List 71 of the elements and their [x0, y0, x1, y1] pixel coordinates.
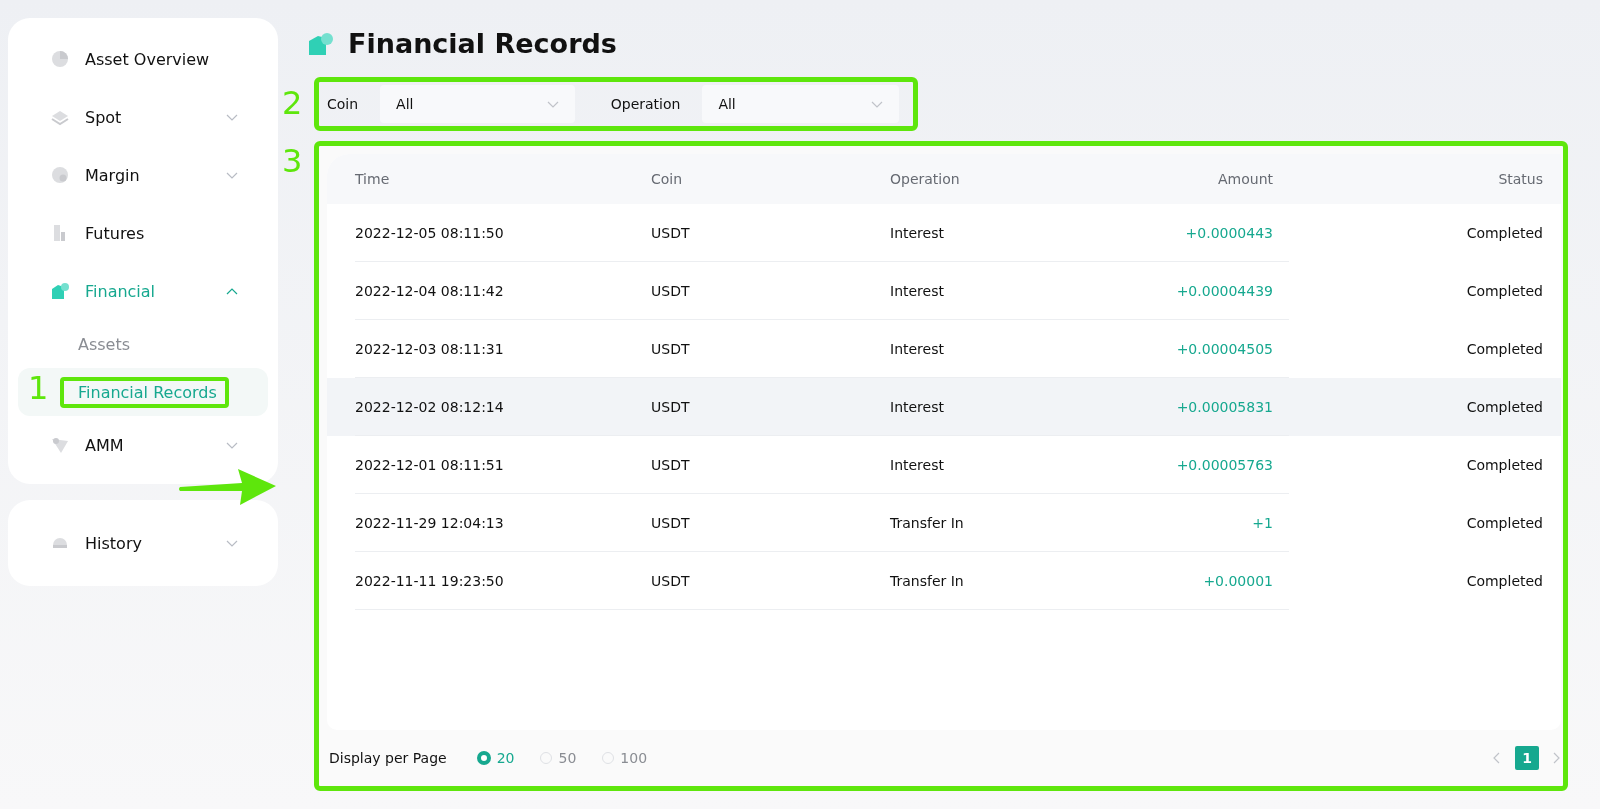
radio-button[interactable]	[476, 751, 491, 766]
nav-item[interactable]: AMM	[18, 416, 268, 474]
page-title: Financial Records	[348, 28, 617, 59]
annotation-number: 1	[28, 372, 49, 404]
filter-label: Operation	[610, 96, 682, 112]
layers-icon	[51, 108, 69, 126]
house-icon	[308, 31, 334, 56]
nav-item[interactable]: Spot	[18, 88, 268, 146]
table-cell-text: 2022-11-29 12:04:13	[355, 515, 505, 531]
pie-chart-icon	[51, 50, 69, 68]
table-cell-text: USDT	[651, 341, 691, 357]
table-cell-text: Interest	[890, 399, 945, 415]
table-cell-text: USDT	[651, 515, 691, 531]
table-cell-text: Completed	[1465, 457, 1543, 473]
select-field[interactable]: All	[380, 85, 575, 123]
chevron-down-icon	[546, 100, 559, 108]
house-icon	[51, 282, 69, 300]
column-header: Status	[1497, 171, 1543, 187]
table-cell-text: Completed	[1465, 573, 1543, 589]
table-cell-text: +0.00004439	[1175, 283, 1273, 299]
chevron-down-icon	[226, 539, 238, 547]
circle-icon	[51, 166, 69, 184]
chevron-up-icon	[226, 287, 238, 295]
nav-item[interactable]: Margin	[18, 146, 268, 204]
column-header: Coin	[651, 171, 684, 187]
table-cell-text: USDT	[651, 225, 691, 241]
column-header: Amount	[1217, 171, 1273, 187]
table-cell-text: USDT	[651, 457, 691, 473]
column-header: Operation	[890, 171, 961, 187]
table-cell-text: Completed	[1465, 225, 1543, 241]
table-cell-text: USDT	[651, 399, 691, 415]
table-cell-text: 2022-12-04 08:11:42	[355, 283, 505, 299]
table-cell-text: 2022-12-03 08:11:31	[355, 341, 505, 357]
chevron-down-icon	[226, 171, 238, 179]
table-cell-text: USDT	[651, 573, 691, 589]
table-cell-text: +0.00005763	[1175, 457, 1273, 473]
table-cell-text: USDT	[651, 283, 691, 299]
select-field[interactable]: All	[702, 85, 899, 123]
table-cell-text: Transfer In	[890, 573, 965, 589]
previous-page-icon	[1493, 752, 1501, 765]
filter-label: Coin	[327, 96, 360, 112]
nav-item[interactable]: History	[18, 514, 268, 572]
nav-item[interactable]: Asset Overview	[18, 30, 268, 88]
table-cell-text: 2022-12-05 08:11:50	[355, 225, 505, 241]
table-cell-text: +0.00004505	[1175, 341, 1273, 357]
next-page-icon	[1553, 752, 1561, 765]
table-cell-text: +0.0000443	[1184, 225, 1273, 241]
table-cell-text: +1	[1251, 515, 1273, 531]
table-cell-text: Completed	[1465, 399, 1543, 415]
annotation-number: 2	[282, 87, 303, 119]
column-header: Time	[355, 171, 391, 187]
triangle-icon	[51, 436, 69, 454]
table-cell-text: Completed	[1465, 341, 1543, 357]
table-cell-text: Completed	[1465, 515, 1543, 531]
chevron-down-icon	[871, 100, 883, 108]
table-cell-text: +0.00001	[1202, 573, 1273, 589]
table-cell-text: Completed	[1465, 283, 1543, 299]
table-cell-text: Transfer In	[890, 515, 965, 531]
table-cell-text: +0.00005831	[1175, 399, 1273, 415]
chevron-down-icon	[226, 441, 238, 449]
table-cell-text: Interest	[890, 341, 945, 357]
table-cell-text: 2022-12-01 08:11:51	[355, 457, 505, 473]
annotation-number: 3	[282, 145, 303, 177]
table-cell-text: 2022-11-11 19:23:50	[355, 573, 505, 589]
nav-item[interactable]: Futures	[18, 204, 268, 262]
table-cell-text: 2022-12-02 08:12:14	[355, 399, 505, 415]
table-cell-text: Interest	[890, 225, 945, 241]
table-cell-text: Interest	[890, 457, 945, 473]
chevron-down-icon	[226, 113, 238, 121]
table-cell-text: Interest	[890, 283, 945, 299]
page-size-label: Display per Page	[329, 750, 447, 767]
